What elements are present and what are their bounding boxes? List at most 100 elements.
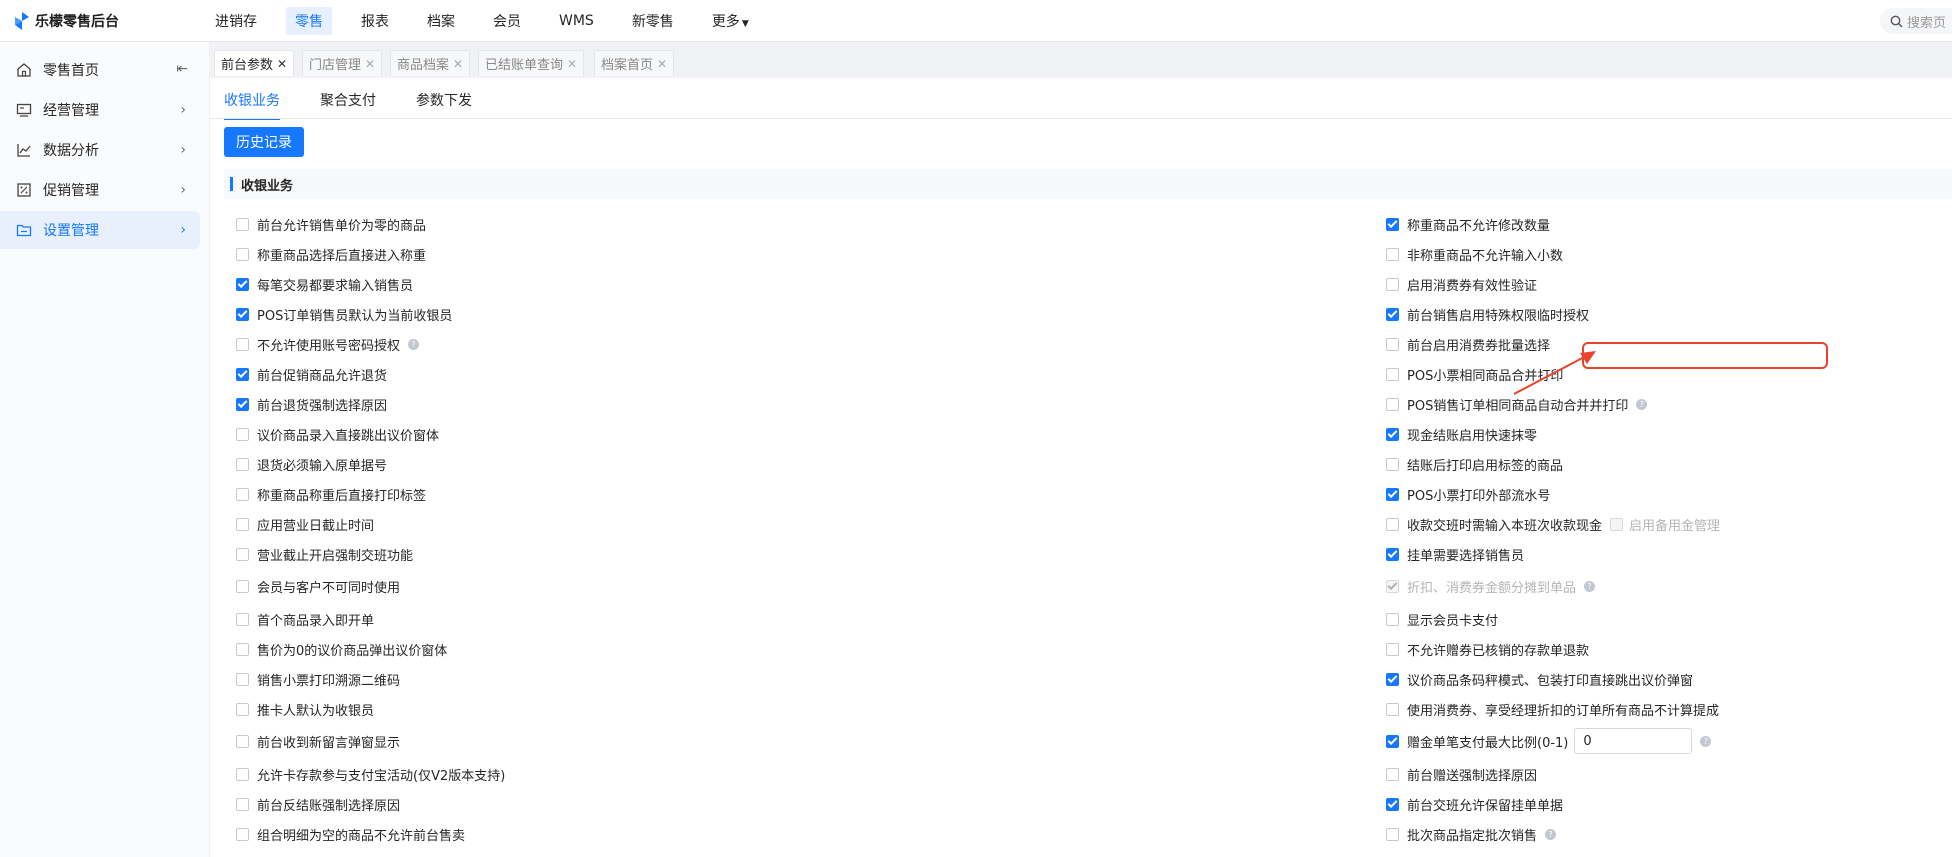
checkbox[interactable] xyxy=(1386,767,1399,781)
checkbox[interactable] xyxy=(1386,517,1399,531)
checkbox[interactable] xyxy=(1386,612,1399,626)
checkbox[interactable] xyxy=(1386,672,1399,686)
history-button[interactable]: 历史记录 xyxy=(224,127,304,157)
checkbox[interactable] xyxy=(1386,547,1399,561)
checkbox[interactable] xyxy=(236,612,249,626)
checkbox[interactable] xyxy=(1386,734,1399,748)
option-left-13: 会员与客户不可同时使用 xyxy=(236,576,400,596)
checkbox[interactable] xyxy=(236,797,249,811)
checkbox[interactable] xyxy=(236,642,249,656)
option-label: 非称重商品不允许输入小数 xyxy=(1407,248,1564,264)
help-icon[interactable]: ? xyxy=(1584,580,1596,592)
option-label: 现金结账启用快速抹零 xyxy=(1407,428,1538,444)
chevron-right-icon: › xyxy=(180,222,186,238)
close-icon[interactable]: ✕ xyxy=(365,57,375,71)
checkbox[interactable] xyxy=(1386,642,1399,656)
close-icon[interactable]: ✕ xyxy=(657,57,667,71)
sidebar-item-retail-home[interactable]: 零售首页 ⇤ xyxy=(0,51,200,89)
search-box[interactable]: 搜索页 xyxy=(1880,8,1952,34)
checkbox[interactable] xyxy=(1386,702,1399,716)
top-bar: 乐檬零售后台 进销存 零售 报表 档案 会员 WMS 新零售 更多 ▼ 搜索页 xyxy=(0,0,1952,42)
option-left-1: 前台允许销售单价为零的商品 xyxy=(236,214,426,234)
sub-option-label: 启用备用金管理 xyxy=(1629,518,1721,534)
close-icon[interactable]: ✕ xyxy=(453,57,463,71)
checkbox[interactable] xyxy=(1386,337,1399,351)
checkbox[interactable] xyxy=(1386,367,1399,381)
nav-item-more[interactable]: 更多 ▼ xyxy=(703,7,758,35)
checkbox[interactable] xyxy=(236,767,249,781)
nav-item-retail[interactable]: 零售 xyxy=(286,7,332,35)
subtab-param-distribute[interactable]: 参数下发 xyxy=(416,90,472,118)
sidebar-item-analytics[interactable]: 数据分析 › xyxy=(0,131,200,169)
checkbox[interactable] xyxy=(236,277,249,291)
option-label: 不允许使用账号密码授权 xyxy=(257,338,401,354)
help-icon[interactable]: ? xyxy=(1636,398,1648,410)
sidebar-item-label: 零售首页 xyxy=(43,63,99,79)
nav-item-new-retail[interactable]: 新零售 xyxy=(623,7,683,35)
checkbox[interactable] xyxy=(1386,827,1399,841)
checkbox[interactable] xyxy=(236,307,249,321)
max-ratio-input[interactable] xyxy=(1574,728,1693,754)
sidebar-item-business[interactable]: 经营管理 › xyxy=(0,91,200,129)
collapse-sidebar-icon[interactable]: ⇤ xyxy=(176,61,188,77)
checkbox[interactable] xyxy=(236,337,249,351)
checkbox[interactable] xyxy=(1386,307,1399,321)
tab-archive-home[interactable]: 档案首页 ✕ xyxy=(594,50,675,76)
checkbox[interactable] xyxy=(1386,277,1399,291)
checkbox[interactable] xyxy=(236,579,249,593)
checkbox[interactable] xyxy=(1610,517,1624,531)
checkbox[interactable] xyxy=(236,247,249,261)
checkbox[interactable] xyxy=(236,487,249,501)
checkbox[interactable] xyxy=(236,217,249,231)
tab-label: 已结账单查询 xyxy=(485,58,564,73)
nav-item-wms[interactable]: WMS xyxy=(550,9,603,33)
nav-item-inventory[interactable]: 进销存 xyxy=(206,7,266,35)
checkbox[interactable] xyxy=(236,457,249,471)
checkbox[interactable] xyxy=(1386,427,1399,441)
sidebar-item-promotions[interactable]: 促销管理 › xyxy=(0,171,200,209)
tab-product-archive[interactable]: 商品档案 ✕ xyxy=(390,50,471,76)
checkbox[interactable] xyxy=(236,427,249,441)
close-icon[interactable]: ✕ xyxy=(277,57,287,71)
checkbox[interactable] xyxy=(236,827,249,841)
checkbox[interactable] xyxy=(1386,217,1399,231)
option-left-17: 推卡人默认为收银员 xyxy=(236,699,374,719)
close-icon[interactable]: ✕ xyxy=(567,57,577,71)
checkbox[interactable] xyxy=(236,702,249,716)
option-label: POS订单销售员默认为当前收银员 xyxy=(257,308,453,324)
option-label: POS小票打印外部流水号 xyxy=(1407,488,1551,504)
option-label: 议价商品录入直接跳出议价窗体 xyxy=(257,428,440,444)
option-left-5: 不允许使用账号密码授权? xyxy=(236,334,420,354)
checkbox[interactable] xyxy=(1386,797,1399,811)
app-logo[interactable]: 乐檬零售后台 xyxy=(14,11,119,31)
subtab-cashier[interactable]: 收银业务 xyxy=(224,90,280,120)
tab-settled-bills[interactable]: 已结账单查询 ✕ xyxy=(478,50,585,76)
checkbox[interactable] xyxy=(236,672,249,686)
nav-item-members[interactable]: 会员 xyxy=(484,7,530,35)
tab-frontend-params[interactable]: 前台参数 ✕ xyxy=(214,50,295,76)
checkbox[interactable] xyxy=(1386,397,1399,411)
nav-item-reports[interactable]: 报表 xyxy=(352,7,398,35)
checkbox[interactable] xyxy=(1386,487,1399,501)
sidebar-item-label: 设置管理 xyxy=(43,223,99,239)
subtab-divider xyxy=(210,118,1952,119)
tab-store-management[interactable]: 门店管理 ✕ xyxy=(302,50,383,76)
help-icon[interactable]: ? xyxy=(408,338,420,350)
option-label: 前台启用消费券批量选择 xyxy=(1407,338,1551,354)
help-icon[interactable]: ? xyxy=(1700,735,1712,747)
checkbox[interactable] xyxy=(236,367,249,381)
checkbox[interactable] xyxy=(236,397,249,411)
checkbox[interactable] xyxy=(236,547,249,561)
logo-icon xyxy=(15,12,29,30)
option-label: 首个商品录入即开单 xyxy=(257,613,375,629)
nav-item-archives[interactable]: 档案 xyxy=(418,7,464,35)
sidebar-item-settings[interactable]: 设置管理 › xyxy=(0,211,200,249)
caret-down-icon: ▼ xyxy=(741,19,749,29)
help-icon[interactable]: ? xyxy=(1545,828,1557,840)
checkbox xyxy=(1386,579,1399,593)
checkbox[interactable] xyxy=(1386,247,1399,261)
checkbox[interactable] xyxy=(1386,457,1399,471)
subtab-aggregate-payment[interactable]: 聚合支付 xyxy=(320,90,376,118)
checkbox[interactable] xyxy=(236,517,249,531)
checkbox[interactable] xyxy=(236,734,249,748)
